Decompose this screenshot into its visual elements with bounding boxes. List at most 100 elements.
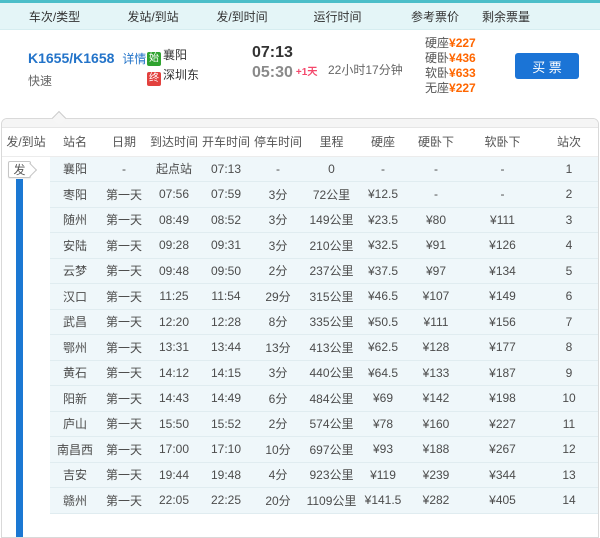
stop-mileage: 413公里 xyxy=(304,335,359,361)
details-toggle-link[interactable]: 详情 xyxy=(122,52,146,66)
stop-day: 第一天 xyxy=(100,284,148,310)
stops-table-header-row: 发/到站站名日期到达时间开车时间停车时间里程硬座硬卧下软卧下站次 xyxy=(2,128,598,156)
stop-mileage: 149公里 xyxy=(304,207,359,233)
plus-one-day-label: +1天 xyxy=(296,67,317,78)
depart-tag-icon: 发 xyxy=(8,161,31,178)
stop-arrive-time: 15:50 xyxy=(148,411,200,437)
stop-soft-sleeper-price: ¥177 xyxy=(465,335,540,361)
stop-arrive-time: 14:12 xyxy=(148,360,200,386)
stop-row: 阳新 第一天 14:43 14:49 6分 484公里 ¥69 ¥142 ¥19… xyxy=(2,386,598,412)
stop-hard-sleeper-price: ¥128 xyxy=(407,335,465,361)
timeline-lane-cell xyxy=(2,335,50,361)
stop-mileage: 484公里 xyxy=(304,386,359,412)
stop-dwell-time: 2分 xyxy=(252,411,304,437)
destination-station-line: 终深圳东 xyxy=(147,65,199,85)
stop-hard-seat-price: ¥119 xyxy=(359,462,407,488)
stop-dwell-time: 3分 xyxy=(252,360,304,386)
stop-sequence-number: 10 xyxy=(540,386,598,412)
stop-depart-time: 12:28 xyxy=(200,309,252,335)
depart-time: 07:13 xyxy=(252,43,317,63)
stop-station-name: 黄石 xyxy=(50,360,100,386)
stop-day: 第一天 xyxy=(100,360,148,386)
stop-arrive-time: 11:25 xyxy=(148,284,200,310)
fare-class-label: 硬座 xyxy=(425,36,449,50)
arrive-time: 05:30 xyxy=(252,64,293,81)
stop-depart-time: 14:49 xyxy=(200,386,252,412)
results-header-column: 车次/类型 xyxy=(0,8,109,25)
stop-depart-time: 14:15 xyxy=(200,360,252,386)
stop-depart-time: 22:25 xyxy=(200,488,252,514)
stop-mileage: 210公里 xyxy=(304,233,359,259)
fare-line: 硬卧¥436 xyxy=(425,51,476,66)
stop-dwell-time: 4分 xyxy=(252,462,304,488)
stop-soft-sleeper-price: ¥149 xyxy=(465,284,540,310)
stop-soft-sleeper-price: - xyxy=(465,156,540,182)
stop-row: 鄂州 第一天 13:31 13:44 13分 413公里 ¥62.5 ¥128 … xyxy=(2,335,598,361)
stop-sequence-number: 11 xyxy=(540,411,598,437)
stop-row: 襄阳 - 起点站 07:13 - 0 - - - 1 xyxy=(2,156,598,182)
stop-sequence-number: 7 xyxy=(540,309,598,335)
run-duration: 22小时17分钟 xyxy=(328,61,403,78)
stop-day: 第一天 xyxy=(100,309,148,335)
stop-dwell-time: 13分 xyxy=(252,335,304,361)
fare-list: 硬座¥227 硬卧¥436 软卧¥633 无座¥227 xyxy=(425,36,476,96)
stop-station-name: 鄂州 xyxy=(50,335,100,361)
stop-hard-seat-price: ¥78 xyxy=(359,411,407,437)
stop-depart-time: 09:50 xyxy=(200,258,252,284)
stop-soft-sleeper-price: ¥134 xyxy=(465,258,540,284)
stop-arrive-time: 22:05 xyxy=(148,488,200,514)
stop-day: 第一天 xyxy=(100,182,148,208)
station-pair: 始襄阳 终深圳东 xyxy=(147,45,199,85)
stop-hard-seat-price: ¥141.5 xyxy=(359,488,407,514)
stop-depart-time: 09:31 xyxy=(200,233,252,259)
timeline-lane-cell xyxy=(2,258,50,284)
stop-row: 随州 第一天 08:49 08:52 3分 149公里 ¥23.5 ¥80 ¥1… xyxy=(2,207,598,233)
stop-hard-seat-price: ¥37.5 xyxy=(359,258,407,284)
stops-table-header-cell: 里程 xyxy=(304,128,359,156)
stop-arrive-time: 07:56 xyxy=(148,182,200,208)
buy-ticket-button[interactable]: 买 票 xyxy=(515,53,579,79)
stop-dwell-time: 2分 xyxy=(252,258,304,284)
stop-dwell-time: - xyxy=(252,156,304,182)
stop-depart-time: 07:59 xyxy=(200,182,252,208)
train-identity: K1655/K1658详情 xyxy=(28,50,159,68)
stop-schedule-panel: 发 发/到站站名日期到达时间开车时间停车时间里程硬座硬卧下软卧下站次 襄阳 - … xyxy=(1,118,599,538)
stop-arrive-time: 17:00 xyxy=(148,437,200,463)
stop-hard-sleeper-price: - xyxy=(407,156,465,182)
stop-hard-sleeper-price: ¥111 xyxy=(407,309,465,335)
train-summary-row: K1655/K1658详情 快速 始襄阳 终深圳东 07:13 05:30+1天… xyxy=(0,30,600,115)
arrive-time-line: 05:30+1天 xyxy=(252,63,317,83)
stop-station-name: 襄阳 xyxy=(50,156,100,182)
stop-station-name: 吉安 xyxy=(50,462,100,488)
stop-mileage: 0 xyxy=(304,156,359,182)
stop-row: 赣州 第一天 22:05 22:25 20分 1109公里 ¥141.5 ¥28… xyxy=(2,488,598,514)
fare-class-label: 硬卧 xyxy=(425,51,449,65)
results-header-column: 发站/到站 xyxy=(109,8,197,25)
stop-dwell-time: 3分 xyxy=(252,207,304,233)
stop-dwell-time: 6分 xyxy=(252,386,304,412)
fare-line: 硬座¥227 xyxy=(425,36,476,51)
stop-soft-sleeper-price: ¥156 xyxy=(465,309,540,335)
stop-station-name: 南昌西 xyxy=(50,437,100,463)
stop-day: - xyxy=(100,156,148,182)
stop-mileage: 440公里 xyxy=(304,360,359,386)
timeline-lane-cell xyxy=(2,284,50,310)
stop-hard-seat-price: ¥93 xyxy=(359,437,407,463)
train-type-label: 快速 xyxy=(28,72,52,89)
stops-table-header-cell: 软卧下 xyxy=(465,128,540,156)
stop-sequence-number: 1 xyxy=(540,156,598,182)
stop-day: 第一天 xyxy=(100,233,148,259)
stop-day: 第一天 xyxy=(100,488,148,514)
stop-row: 安陆 第一天 09:28 09:31 3分 210公里 ¥32.5 ¥91 ¥1… xyxy=(2,233,598,259)
stop-mileage: 237公里 xyxy=(304,258,359,284)
stop-soft-sleeper-price: ¥111 xyxy=(465,207,540,233)
stop-mileage: 1109公里 xyxy=(304,488,359,514)
stop-hard-sleeper-price: ¥97 xyxy=(407,258,465,284)
stop-dwell-time: 3分 xyxy=(252,233,304,259)
timeline-lane-cell xyxy=(2,488,50,514)
stop-hard-sleeper-price: ¥160 xyxy=(407,411,465,437)
stop-station-name: 赣州 xyxy=(50,488,100,514)
stop-sequence-number: 2 xyxy=(540,182,598,208)
fare-class-label: 软卧 xyxy=(425,66,449,80)
stop-station-name: 云梦 xyxy=(50,258,100,284)
